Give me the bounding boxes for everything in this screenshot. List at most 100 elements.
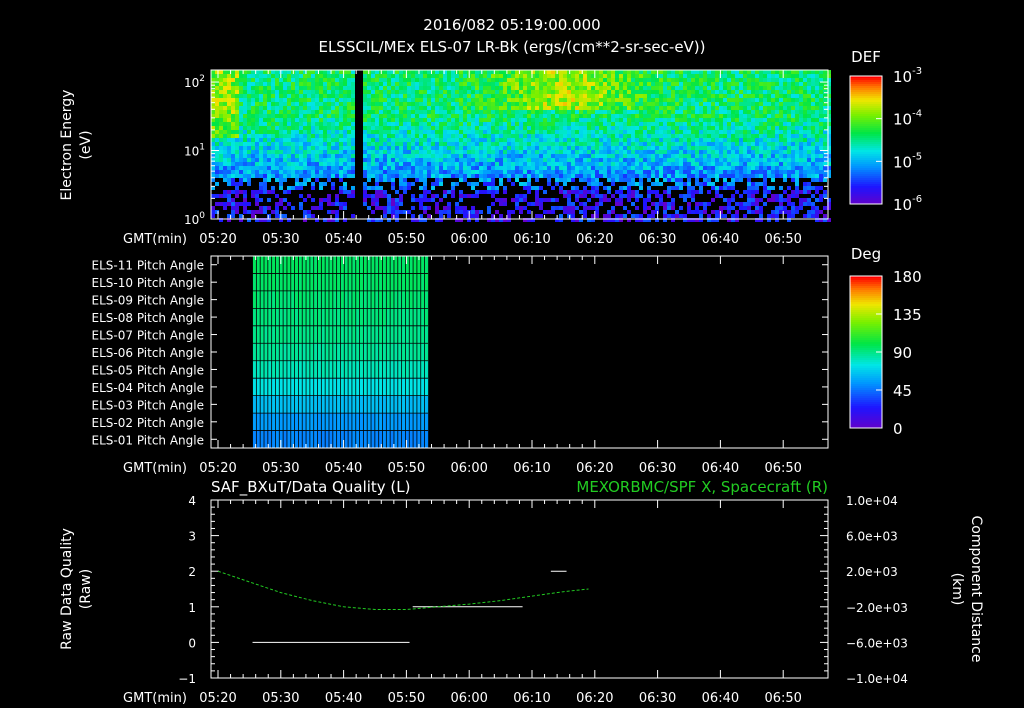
spectrogram-cell (275, 86, 279, 90)
spectrogram-cell (419, 142, 423, 146)
spectrogram-cell (743, 86, 747, 90)
spectrogram-cell (811, 94, 815, 98)
spectrogram-cell (315, 78, 319, 82)
spectrogram-cell (235, 134, 239, 138)
spectrogram-cell (231, 126, 235, 130)
spectrogram-cell (795, 158, 799, 162)
spectrogram-cell (531, 150, 535, 154)
spectrogram-cell (767, 158, 771, 162)
spectrogram-cell (299, 118, 303, 122)
spectrogram-cell (823, 190, 827, 194)
spectrogram-cell (647, 142, 651, 146)
spectrogram-cell (595, 78, 599, 82)
spectrogram-cell (435, 154, 439, 158)
spectrogram-cell (363, 194, 367, 198)
spectrogram-cell (387, 78, 391, 82)
spectrogram-cell (503, 142, 507, 146)
spectrogram-cell (491, 126, 495, 130)
spectrogram-cell (711, 86, 715, 90)
spectrogram-cell (783, 78, 787, 82)
spectrogram-cell (487, 74, 491, 78)
spectrogram-cell (679, 82, 683, 86)
spectrogram-cell (587, 182, 591, 186)
spectrogram-cell (223, 194, 227, 198)
spectrogram-cell (691, 86, 695, 90)
spectrogram-cell (263, 186, 267, 190)
spectrogram-cell (283, 118, 287, 122)
spectrogram-cell (723, 162, 727, 166)
spectrogram-cell (267, 86, 271, 90)
spectrogram-cell (419, 158, 423, 162)
spectrogram-cell (475, 122, 479, 126)
spectrogram-cell (271, 102, 275, 106)
spectrogram-cell (491, 122, 495, 126)
spectrogram-cell (399, 82, 403, 86)
spectrogram-cell (543, 154, 547, 158)
spectrogram-cell (715, 142, 719, 146)
spectrogram-cell (599, 110, 603, 114)
spectrogram-cell (535, 190, 539, 194)
spectrogram-cell (299, 98, 303, 102)
spectrogram-cell (643, 182, 647, 186)
spectrogram-cell (243, 166, 247, 170)
spectrogram-cell (439, 138, 443, 142)
spectrogram-cell (551, 106, 555, 110)
spectrogram-cell (783, 106, 787, 110)
spectrogram-cell (795, 82, 799, 86)
spectrogram-cell (383, 90, 387, 94)
spectrogram-cell (251, 134, 255, 138)
spectrogram-cell (235, 166, 239, 170)
spectrogram-cell (223, 74, 227, 78)
spectrogram-cell (243, 178, 247, 182)
spectrogram-cell (355, 142, 359, 146)
spectrogram-cell (451, 174, 455, 178)
spectrogram-cell (243, 182, 247, 186)
spectrogram-cell (695, 98, 699, 102)
spectrogram-cell (303, 90, 307, 94)
spectrogram-cell (631, 170, 635, 174)
spectrogram-cell (367, 166, 371, 170)
spectrogram-cell (595, 134, 599, 138)
spectrogram-cell (351, 90, 355, 94)
spectrogram-cell (499, 106, 503, 110)
spectrogram-cell (247, 134, 251, 138)
spectrogram-cell (335, 150, 339, 154)
spectrogram-cell (703, 98, 707, 102)
spectrogram-cell (431, 174, 435, 178)
spectrogram-cell (495, 130, 499, 134)
spectrogram-cell (439, 98, 443, 102)
spectrogram-cell (403, 102, 407, 106)
spectrogram-cell (307, 158, 311, 162)
spectrogram-cell (507, 106, 511, 110)
spectrogram-cell (239, 94, 243, 98)
spectrogram-cell (679, 70, 683, 74)
spectrogram-cell (635, 122, 639, 126)
spectrogram-cell (407, 86, 411, 90)
spectrogram-cell (415, 130, 419, 134)
spectrogram-cell (375, 114, 379, 118)
spectrogram-cell (303, 190, 307, 194)
spectrogram-cell (267, 90, 271, 94)
spectrogram-cell (407, 94, 411, 98)
spectrogram-cell (247, 102, 251, 106)
spectrogram-cell (299, 122, 303, 126)
spectrogram-cell (311, 166, 315, 170)
spectrogram-cell (595, 126, 599, 130)
spectrogram-cell (723, 70, 727, 74)
spectrogram-cell (659, 94, 663, 98)
spectrogram-cell (211, 130, 215, 134)
spectrogram-cell (335, 154, 339, 158)
spectrogram-cell (595, 90, 599, 94)
spectrogram-cell (271, 178, 275, 182)
spectrogram-cell (447, 126, 451, 130)
spectrogram-cell (659, 114, 663, 118)
spectrogram-cell (607, 118, 611, 122)
spectrogram-cell (411, 178, 415, 182)
spectrogram-cell (819, 194, 823, 198)
spectrogram-cell (343, 194, 347, 198)
spectrogram-cell (499, 186, 503, 190)
spectrogram-cell (455, 82, 459, 86)
spectrogram-cell (663, 174, 667, 178)
spectrogram-cell (463, 122, 467, 126)
spectrogram-cell (763, 90, 767, 94)
